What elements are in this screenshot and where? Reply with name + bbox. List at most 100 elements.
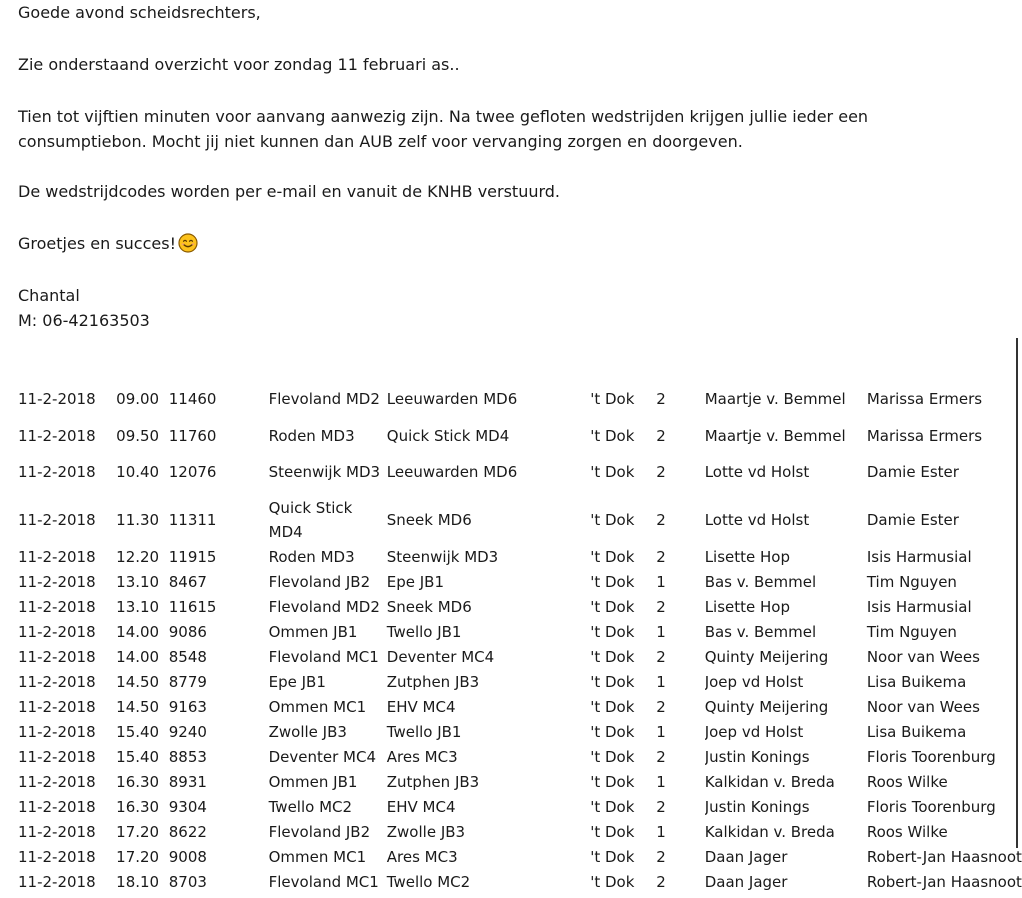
match-location: 't Dok: [590, 597, 635, 616]
field-number: 2: [656, 390, 666, 408]
match-code: 12076: [168, 463, 217, 481]
field-number: 2: [656, 463, 666, 481]
match-location: 't Dok: [590, 572, 635, 591]
match-code: 9086: [168, 622, 207, 641]
referee-2: Damie Ester: [866, 511, 959, 529]
match-date: 11-2-2018: [18, 847, 96, 866]
match-location: 't Dok: [590, 622, 635, 641]
field-number: 2: [656, 547, 666, 566]
field-number: 2: [656, 797, 666, 816]
referee-1: Joep vd Holst: [704, 672, 804, 691]
closing-line: Groetjes en succes!: [18, 231, 1008, 256]
match-date: 11-2-2018: [18, 647, 96, 666]
match-code: 11460: [168, 390, 217, 408]
field-number: 2: [656, 597, 666, 616]
table-row: 11-2-2018 14.50 8779 Epe JB1 Zutphen JB3 't D…: [18, 669, 1022, 694]
field-number: 1: [656, 672, 666, 691]
closing-text: Groetjes en succes!: [18, 234, 176, 253]
away-team: Leeuwarden MD6: [386, 463, 518, 481]
match-date: 11-2-2018: [18, 390, 96, 408]
match-code: 9304: [168, 797, 207, 816]
match-date: 11-2-2018: [18, 722, 96, 741]
match-date: 11-2-2018: [18, 772, 96, 791]
match-location: 't Dok: [590, 872, 635, 891]
match-location: 't Dok: [590, 847, 635, 866]
referee-2: Floris Toorenburg: [866, 747, 996, 766]
home-team: Roden MD3: [268, 426, 355, 445]
away-team: Twello JB1: [386, 722, 462, 741]
home-team: Flevoland MC1: [268, 647, 379, 666]
match-date: 11-2-2018: [18, 597, 96, 616]
schedule-rows: 11-2-2018 09.00 11460 Flevoland MD2 Leeuward…: [18, 375, 1022, 894]
referee-1: Bas v. Bemmel: [704, 572, 817, 591]
table-row: 11-2-2018 15.40 9240 Zwolle JB3 Twello JB1 't…: [18, 719, 1022, 744]
match-location: 't Dok: [590, 772, 635, 791]
match-code: 11915: [168, 547, 217, 566]
referee-1: Quinty Meijering: [704, 697, 829, 716]
match-date: 11-2-2018: [18, 697, 96, 716]
away-team: EHV MC4: [386, 697, 456, 716]
match-code: 8467: [168, 572, 207, 591]
home-team: Zwolle JB3: [268, 722, 347, 741]
match-date: 11-2-2018: [18, 463, 96, 481]
match-time: 10.40: [116, 463, 160, 481]
table-row: 11-2-2018 14.50 9163 Ommen MC1 EHV MC4 't Dok…: [18, 694, 1022, 719]
referee-1: Lotte vd Holst: [704, 463, 810, 481]
referee-2: Damie Ester: [866, 463, 959, 481]
match-location: 't Dok: [590, 672, 635, 691]
match-time: 14.50: [116, 672, 160, 691]
home-team: Flevoland JB2: [268, 822, 371, 841]
match-date: 11-2-2018: [18, 547, 96, 566]
referee-1: Quinty Meijering: [704, 647, 829, 666]
home-team: Flevoland JB2: [268, 572, 371, 591]
match-date: 11-2-2018: [18, 572, 96, 591]
match-code: 8622: [168, 822, 207, 841]
table-row: 11-2-2018 12.20 11915 Roden MD3 Steenwijk MD…: [18, 544, 1022, 569]
match-location: 't Dok: [590, 547, 635, 566]
match-time: 14.00: [116, 622, 160, 641]
match-location: 't Dok: [590, 390, 635, 408]
field-number: 2: [656, 647, 666, 666]
away-team: Sneek MD6: [386, 511, 472, 529]
match-code: 11311: [168, 511, 217, 529]
table-row: 11-2-2018 09.50 11760 Roden MD3 Quick Stick …: [18, 423, 1022, 448]
referee-2: Floris Toorenburg: [866, 797, 996, 816]
match-time: 12.20: [116, 547, 160, 566]
field-number: 2: [656, 747, 666, 766]
referee-schedule-table: 11-2-2018 09.00 11460 Flevoland MD2 Leeuward…: [18, 375, 1022, 894]
match-location: 't Dok: [590, 697, 635, 716]
match-code: 9008: [168, 847, 207, 866]
match-time: 18.10: [116, 872, 160, 891]
table-row: 11-2-2018 14.00 8548 Flevoland MC1 Deventer …: [18, 644, 1022, 669]
smiling-face-icon: [178, 233, 198, 253]
away-team: Deventer MC4: [386, 647, 495, 666]
referee-2: Roos Wilke: [866, 772, 948, 791]
referee-1: Lisette Hop: [704, 597, 791, 616]
field-number: 1: [656, 622, 666, 641]
match-code: 8779: [168, 672, 207, 691]
match-location: 't Dok: [590, 797, 635, 816]
field-number: 1: [656, 822, 666, 841]
away-team: Zwolle JB3: [386, 822, 466, 841]
home-team: Epe JB1: [268, 672, 326, 691]
referee-2: Marissa Ermers: [866, 426, 983, 445]
match-time: 14.00: [116, 647, 160, 666]
field-number: 2: [656, 426, 666, 445]
match-time: 11.30: [116, 511, 160, 529]
intro-line: Zie onderstaand overzicht voor zondag 11…: [18, 55, 460, 74]
match-code: 11760: [168, 426, 217, 445]
match-location: 't Dok: [590, 511, 635, 529]
referee-2: Robert-Jan Haasnoot: [866, 872, 1022, 891]
match-time: 13.10: [116, 597, 160, 616]
match-date: 11-2-2018: [18, 797, 96, 816]
greeting: Goede avond scheidsrechters,: [18, 3, 261, 22]
home-team: Twello MC2: [268, 797, 353, 816]
match-date: 11-2-2018: [18, 426, 96, 445]
referee-1: Lotte vd Holst: [704, 511, 810, 529]
field-number: 1: [656, 722, 666, 741]
away-team: EHV MC4: [386, 797, 456, 816]
match-location: 't Dok: [590, 463, 635, 481]
referee-1: Daan Jager: [704, 847, 788, 866]
